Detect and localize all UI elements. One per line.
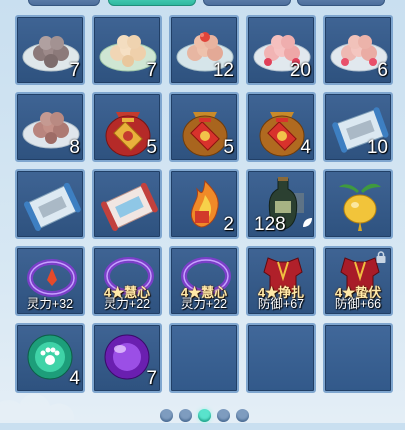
inventory-slot-empty[interactable]	[169, 323, 239, 393]
tab-2[interactable]	[108, 0, 196, 6]
item-stat: 灵力+32	[26, 297, 74, 311]
item-count: 5	[223, 137, 234, 158]
tab-3[interactable]	[203, 0, 291, 6]
page-dot[interactable]	[160, 409, 173, 422]
item-count: 7	[146, 368, 157, 389]
inventory-slot[interactable]: 4★挣扎 防御+67	[246, 246, 316, 316]
inventory-slot[interactable]: 4★慧心 灵力+22	[92, 246, 162, 316]
inventory-slot[interactable]: 8	[15, 92, 85, 162]
tab-4[interactable]	[297, 0, 385, 6]
item-count: 128	[254, 214, 286, 235]
item-count: 7	[69, 60, 80, 81]
item-count: 20	[289, 60, 311, 81]
item-count: 8	[69, 137, 80, 158]
inventory-slot[interactable]: 2	[169, 169, 239, 239]
inventory-slot[interactable]: 5	[92, 92, 162, 162]
inventory-slot[interactable]: 7	[15, 15, 85, 85]
tab-1[interactable]	[28, 0, 100, 6]
inventory-slot[interactable]: 4★蛰伏 防御+66	[323, 246, 393, 316]
inventory-slot[interactable]: 6	[323, 15, 393, 85]
page-dot[interactable]	[179, 409, 192, 422]
golden-radish-icon	[339, 183, 381, 231]
item-count: 12	[212, 60, 234, 81]
item-count: 4	[300, 137, 311, 158]
inventory-slot[interactable]: 4★慧心 灵力+22	[169, 246, 239, 316]
inventory-slot[interactable]: 10	[323, 92, 393, 162]
inventory-slot-empty[interactable]	[323, 323, 393, 393]
page-dot[interactable]	[217, 409, 230, 422]
inventory-slot[interactable]: 12	[169, 15, 239, 85]
item-stat: 防御+66	[334, 297, 382, 311]
item-stat: 灵力+22	[180, 297, 228, 311]
page-indicator	[0, 406, 405, 422]
inventory-slot[interactable]: 5	[169, 92, 239, 162]
leaf-icon	[303, 218, 312, 227]
inventory-slot[interactable]	[323, 169, 393, 239]
inventory-slot[interactable]: 4	[246, 92, 316, 162]
item-count: 10	[366, 137, 388, 158]
scroll-red-icon	[100, 182, 158, 231]
item-count: 2	[223, 214, 234, 235]
inventory-slot[interactable]: 20	[246, 15, 316, 85]
inventory-slot-empty[interactable]	[246, 323, 316, 393]
inventory-slot[interactable]	[92, 169, 162, 239]
inventory-slot[interactable]: 128	[246, 169, 316, 239]
item-stat: 防御+67	[257, 297, 305, 311]
item-count: 5	[146, 137, 157, 158]
scroll-blue-icon	[23, 182, 81, 231]
lock-icon	[376, 251, 386, 263]
tab-bar	[0, 0, 405, 6]
inventory-slot[interactable]	[15, 169, 85, 239]
item-count: 6	[377, 60, 388, 81]
inventory-slot[interactable]: 7	[92, 323, 162, 393]
page-dot[interactable]	[236, 409, 249, 422]
item-stat: 灵力+22	[103, 297, 151, 311]
item-count: 7	[146, 60, 157, 81]
inventory-slot[interactable]: 7	[92, 15, 162, 85]
inventory-slot[interactable]: 灵力+32	[15, 246, 85, 316]
page-dot-active[interactable]	[198, 409, 211, 422]
